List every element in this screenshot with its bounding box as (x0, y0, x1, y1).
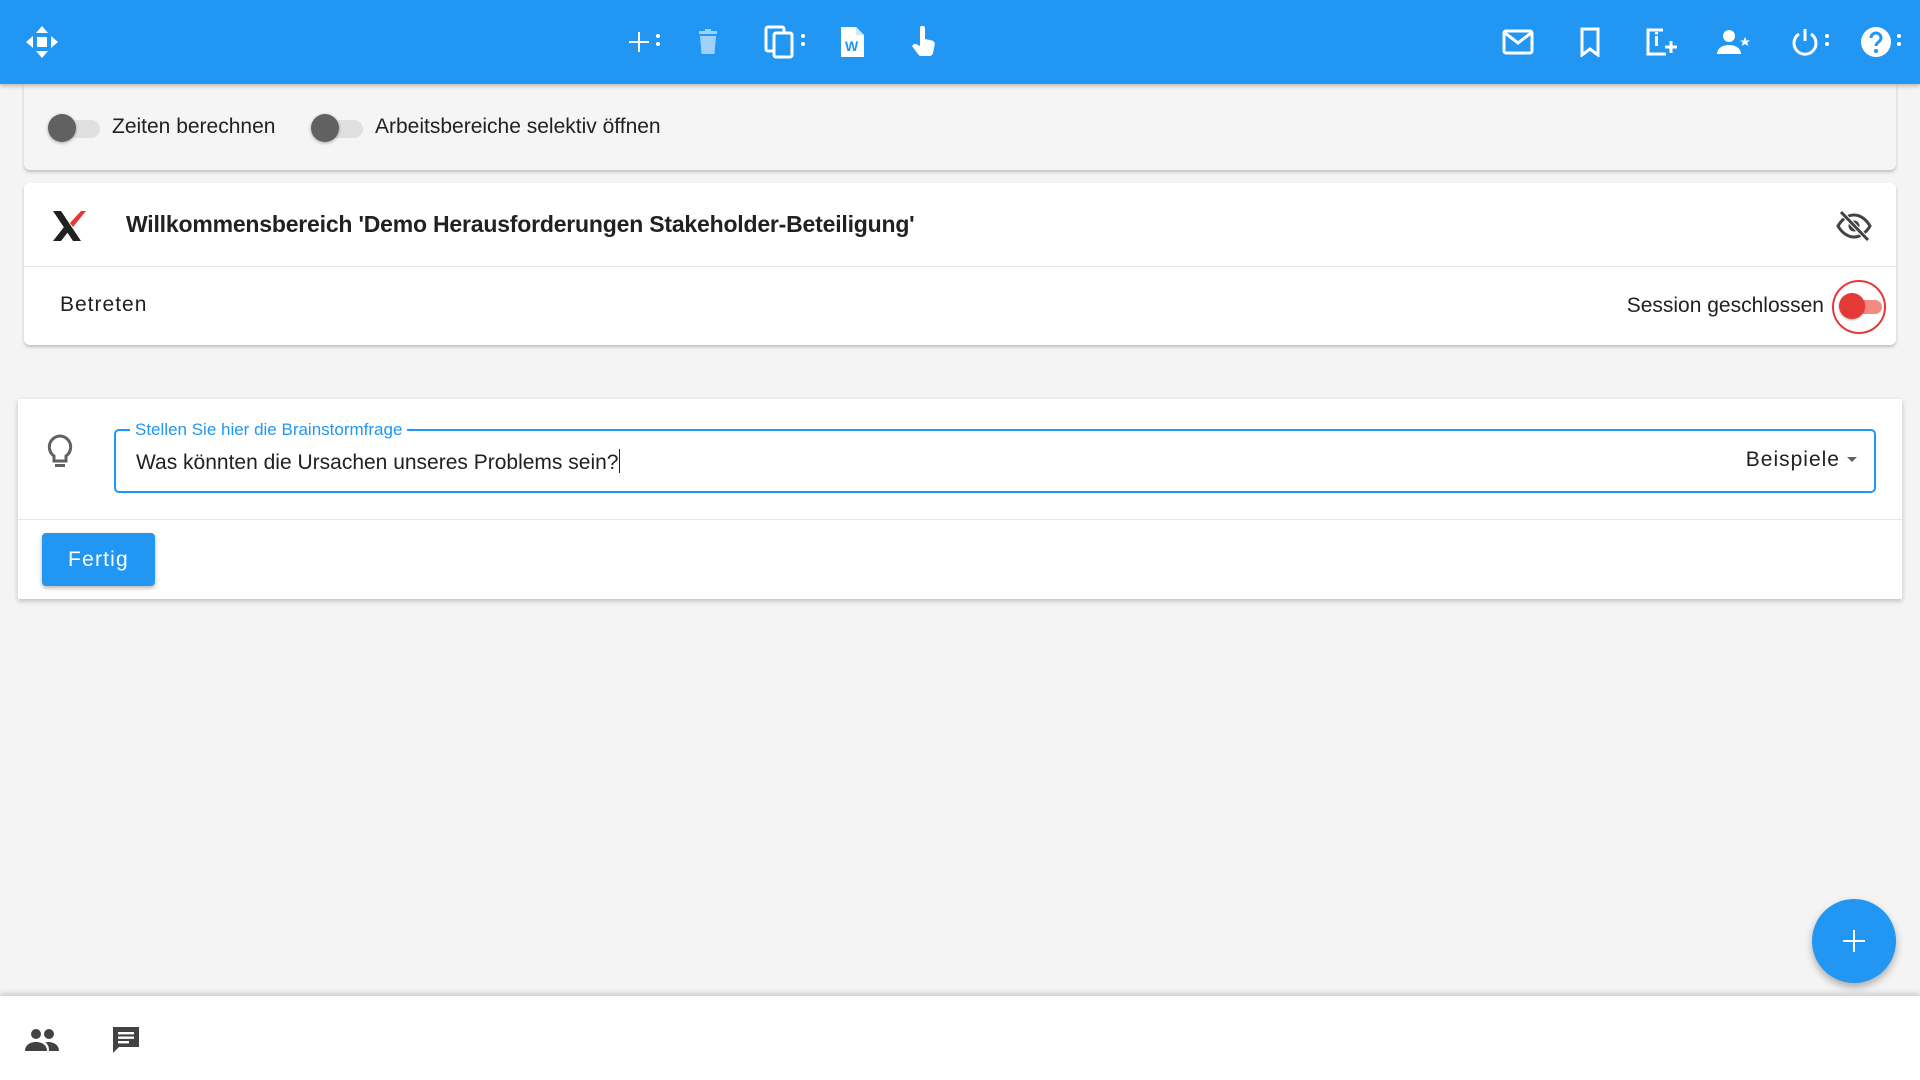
help-icon (1861, 27, 1891, 57)
copy-icon (764, 25, 794, 59)
chat-icon[interactable] (106, 1020, 146, 1060)
open-selective-toggle[interactable] (311, 112, 365, 142)
visibility-off-icon[interactable] (1836, 208, 1872, 244)
pointer-hand-icon[interactable] (908, 20, 940, 64)
toggle-thumb (48, 114, 76, 142)
help-menu-button[interactable] (1858, 20, 1904, 64)
calc-times-toggle[interactable] (48, 112, 102, 142)
divider (18, 519, 1902, 520)
text-caret (619, 449, 621, 473)
brainstorm-question-card: Stellen Sie hier die Brainstormfrage Was… (18, 399, 1902, 599)
person-star-icon[interactable] (1716, 20, 1752, 64)
add-fab-button[interactable] (1812, 899, 1896, 983)
brainstorm-question-input[interactable]: Was könnten die Ursachen unseres Problem… (136, 449, 621, 475)
add-menu-button[interactable] (622, 20, 666, 64)
bottom-bar (0, 996, 1920, 1080)
lightbulb-icon (47, 434, 73, 467)
add-icon (629, 32, 649, 52)
divider (24, 266, 1896, 267)
more-dots-icon (1897, 34, 1901, 46)
calc-times-option: Zeiten berechnen (48, 84, 275, 170)
bookmark-icon[interactable] (1574, 20, 1606, 64)
session-toggle[interactable] (1832, 280, 1886, 334)
toggle-thumb (1839, 293, 1865, 319)
move-arrows-icon[interactable] (22, 20, 62, 64)
dropdown-arrow-icon (1847, 457, 1857, 462)
power-menu-button[interactable] (1788, 20, 1832, 64)
svg-text:W: W (845, 38, 859, 54)
copy-menu-button[interactable] (762, 20, 808, 64)
toggle-thumb (311, 114, 339, 142)
add-page-icon[interactable] (1644, 20, 1680, 64)
people-icon[interactable] (22, 1020, 62, 1060)
power-icon (1792, 29, 1818, 56)
done-button[interactable]: Fertig (42, 533, 155, 586)
examples-dropdown[interactable]: Beispiele (1746, 448, 1858, 472)
brainstorm-question-legend: Stellen Sie hier die Brainstormfrage (130, 420, 408, 440)
more-dots-icon (1825, 34, 1829, 46)
add-icon (1843, 930, 1865, 952)
brainstorm-question-field[interactable]: Stellen Sie hier die Brainstormfrage Was… (114, 420, 1876, 493)
welcome-area-title: Willkommensbereich 'Demo Herausforderung… (126, 211, 915, 237)
open-selective-option: Arbeitsbereiche selektiv öffnen (311, 84, 661, 170)
app-logo-icon (53, 211, 86, 241)
enter-button[interactable]: Betreten (60, 293, 147, 317)
open-selective-label: Arbeitsbereiche selektiv öffnen (375, 115, 661, 138)
more-dots-icon (656, 34, 660, 46)
delete-icon[interactable] (693, 20, 723, 64)
calc-times-label: Zeiten berechnen (112, 115, 276, 138)
session-status-label: Session geschlossen (1626, 294, 1824, 317)
brainstorm-question-text: Was könnten die Ursachen unseres Problem… (136, 451, 619, 474)
examples-label: Beispiele (1745, 448, 1840, 471)
welcome-area-card: Willkommensbereich 'Demo Herausforderung… (24, 183, 1896, 345)
more-dots-icon (801, 34, 805, 46)
top-app-bar: W (0, 0, 1920, 84)
word-document-icon[interactable]: W (836, 20, 868, 64)
options-bar: Zeiten berechnen Arbeitsbereiche selekti… (24, 84, 1896, 170)
mail-icon[interactable] (1500, 20, 1536, 64)
